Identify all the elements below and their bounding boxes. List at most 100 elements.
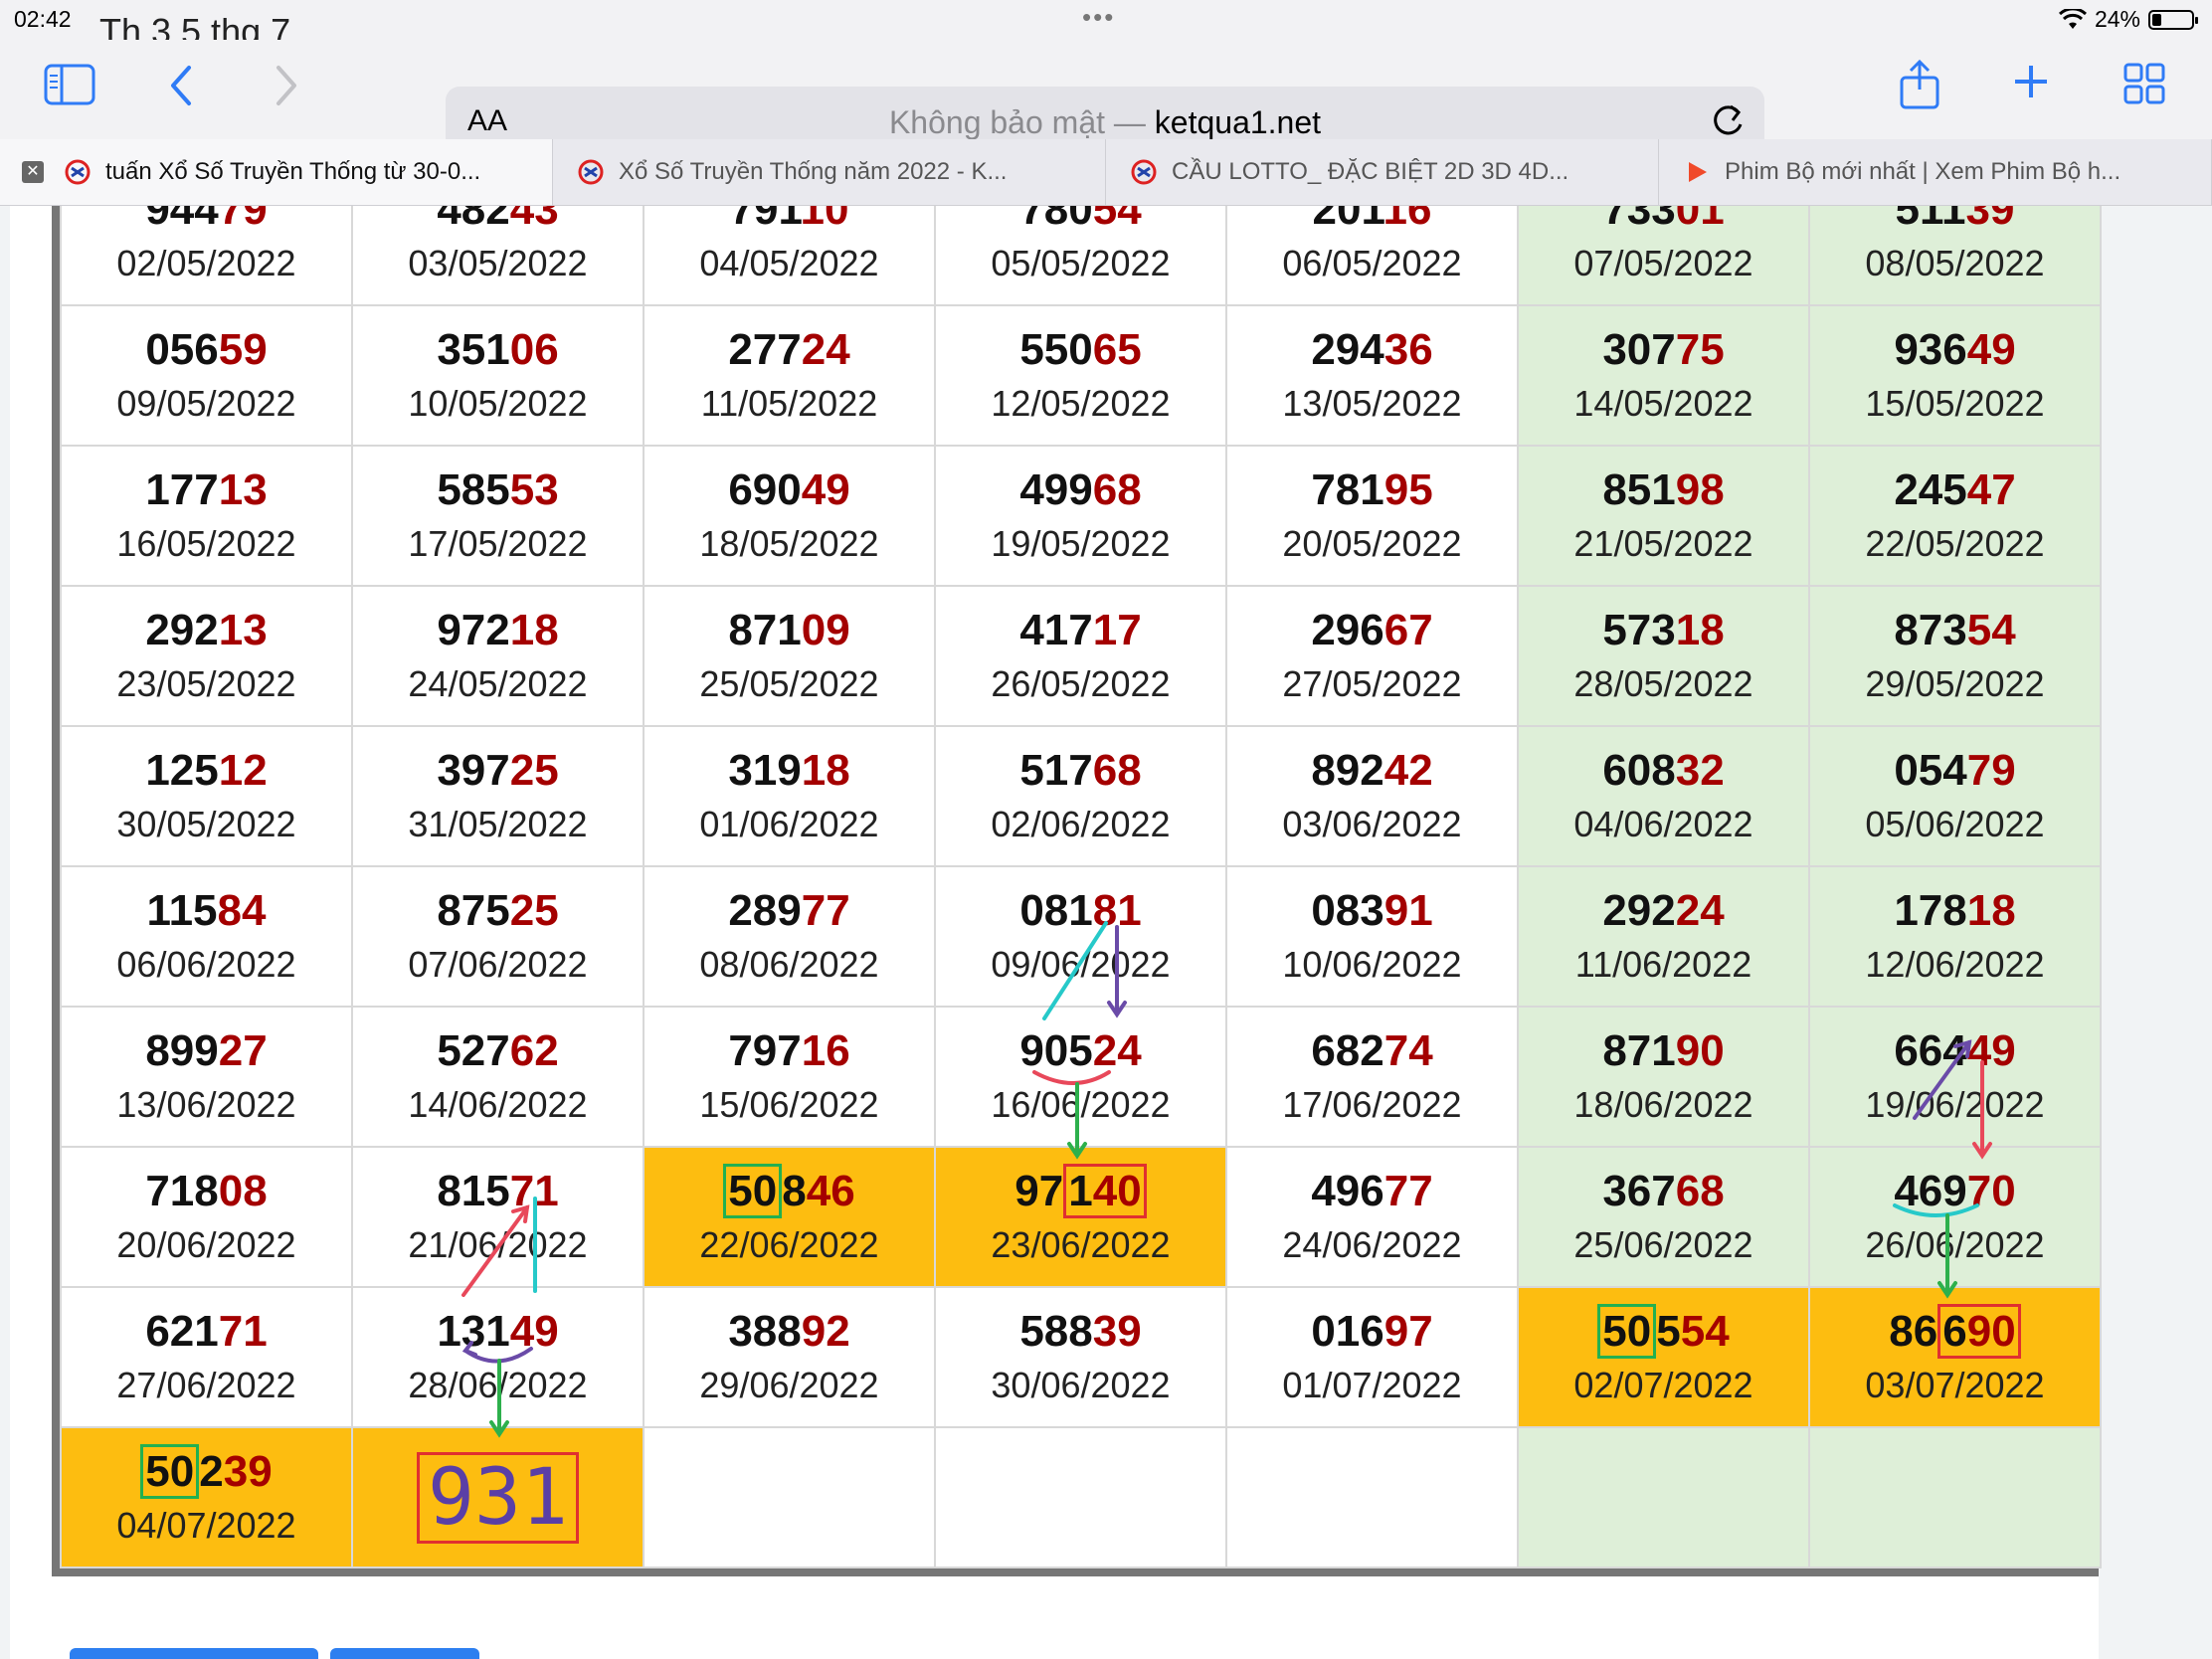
result-cell: 93649 15/05/2022 [1808, 304, 2102, 447]
result-date: 24/06/2022 [1282, 1223, 1462, 1265]
result-date: 31/05/2022 [408, 803, 588, 844]
result-date: 27/05/2022 [1282, 662, 1462, 704]
result-cell: 29213 23/05/2022 [60, 585, 353, 727]
url-display[interactable]: Không bảo mật — ketqua1.net [446, 104, 1764, 141]
result-number: 60832 [1602, 745, 1725, 795]
tab-4[interactable]: Phim Bộ mới nhất | Xem Phim Bộ h... [1659, 139, 2212, 205]
result-date: 27/06/2022 [116, 1364, 296, 1405]
result-date: 23/05/2022 [116, 662, 296, 704]
table-row: 17713 16/05/2022 58553 17/05/2022 69049 18/05… [60, 445, 2102, 587]
result-tail-digits: 97 [1383, 1306, 1433, 1356]
close-tab-icon[interactable]: ✕ [22, 161, 44, 183]
result-cell: 68274 17/06/2022 [1225, 1006, 1519, 1148]
result-number: 01697 [1311, 1306, 1433, 1356]
page-button-2[interactable] [330, 1648, 479, 1659]
result-date: 16/06/2022 [991, 1083, 1171, 1125]
result-date: 17/06/2022 [1282, 1083, 1462, 1125]
result-number: 11584 [146, 885, 267, 935]
result-date: 19/05/2022 [991, 522, 1171, 564]
result-date: 04/06/2022 [1573, 803, 1753, 844]
result-tail-digits: 49 [1966, 1025, 2016, 1075]
result-cell: 11584 06/06/2022 [60, 865, 353, 1008]
result-cell: 87190 18/06/2022 [1517, 1006, 1810, 1148]
result-date: 07/05/2022 [1573, 242, 1753, 283]
result-cell: 87525 07/06/2022 [351, 865, 645, 1008]
tab-4-label: Phim Bộ mới nhất | Xem Phim Bộ h... [1725, 158, 2121, 185]
result-number: 87109 [728, 605, 850, 654]
result-cell: 31918 01/06/2022 [643, 725, 936, 867]
result-date: 05/06/2022 [1865, 803, 2045, 844]
result-cell: 49677 24/06/2022 [1225, 1146, 1519, 1288]
reload-icon[interactable] [1709, 100, 1747, 140]
result-number: 41717 [1019, 605, 1142, 654]
result-cell: 50 554 02/07/2022 [1517, 1286, 1810, 1428]
result-number: 57318 [1602, 605, 1725, 654]
result-cell: 89927 13/06/2022 [60, 1006, 353, 1148]
forward-icon[interactable] [275, 64, 298, 107]
result-tail-digits: 77 [801, 885, 850, 935]
table-row: 62171 27/06/2022 13149 28/06/2022 38892 29/06… [60, 1286, 2102, 1428]
result-number: 50 846 [645, 1163, 934, 1219]
result-tail-digits: 54 [1092, 206, 1142, 234]
result-date: 28/06/2022 [408, 1364, 588, 1405]
result-tail-digits: 59 [218, 324, 268, 374]
result-tail-digits: 79 [218, 206, 268, 234]
multitasking-dots[interactable]: ••• [1082, 2, 1115, 33]
result-tail-digits: 68 [1092, 464, 1142, 514]
result-cell: 931 [351, 1426, 645, 1568]
result-number: 38892 [728, 1306, 850, 1356]
result-date: 07/06/2022 [408, 943, 588, 985]
result-cell: 94479 02/05/2022 [60, 206, 353, 306]
result-date: 01/07/2022 [1282, 1364, 1462, 1405]
result-tail-digits: 90 [1675, 1025, 1725, 1075]
result-cell: 20116 06/05/2022 [1225, 206, 1519, 306]
result-number: 71808 [145, 1166, 268, 1215]
tabs-overview-icon[interactable] [2122, 62, 2166, 105]
result-date: 28/05/2022 [1573, 662, 1753, 704]
green-box-mark: 50 [723, 1163, 783, 1218]
tab-2[interactable]: Xổ Số Truyền Thống năm 2022 - K... [553, 139, 1106, 205]
result-tail-digits: 01 [1675, 206, 1725, 234]
result-tail-digits: 84 [217, 885, 267, 935]
handwritten-number: 931 [417, 1451, 579, 1544]
new-tab-icon[interactable] [2011, 62, 2051, 101]
share-icon[interactable] [1898, 58, 1941, 109]
result-tail-digits: 39 [1965, 206, 2015, 234]
result-date: 14/05/2022 [1573, 382, 1753, 424]
result-date: 11/06/2022 [1574, 943, 1752, 985]
result-number: 85198 [1602, 464, 1725, 514]
tab-1[interactable]: ✕ tuấn Xổ Số Truyền Thống từ 30-0... [0, 139, 553, 205]
status-time: 02:42 [14, 6, 72, 32]
result-number: 87190 [1602, 1025, 1725, 1075]
result-date: 05/05/2022 [991, 242, 1171, 283]
result-cell: 52762 14/06/2022 [351, 1006, 645, 1148]
result-tail-digits: 16 [1382, 206, 1432, 234]
result-date: 10/05/2022 [408, 382, 588, 424]
result-number: 48243 [353, 206, 643, 238]
result-cell: 58553 17/05/2022 [351, 445, 645, 587]
result-number: 51139 [1810, 206, 2100, 238]
result-tail-digits: 13 [218, 464, 268, 514]
back-icon[interactable] [169, 64, 193, 107]
result-cell: 51768 02/06/2022 [934, 725, 1227, 867]
result-date: 06/06/2022 [116, 943, 296, 985]
page-button-1[interactable] [70, 1648, 318, 1659]
result-tail-digits: 18 [509, 605, 559, 654]
tab-2-label: Xổ Số Truyền Thống năm 2022 - K... [619, 158, 1008, 185]
result-date: 29/05/2022 [1865, 662, 2045, 704]
web-content[interactable]: 94479 02/05/2022 48243 03/05/2022 79110 04/05… [0, 206, 2212, 1659]
result-tail-digits: 98 [1675, 464, 1725, 514]
result-cell: 87109 25/05/2022 [643, 585, 936, 727]
result-number: 29224 [1602, 885, 1725, 935]
tab-3[interactable]: CẦU LOTTO_ ĐẶC BIỆT 2D 3D 4D... [1106, 139, 1659, 205]
result-date: 09/05/2022 [116, 382, 296, 424]
result-tail-digits: 13 [218, 605, 268, 654]
result-date: 18/05/2022 [699, 522, 879, 564]
result-date: 03/06/2022 [1282, 803, 1462, 844]
result-cell: 50 239 04/07/2022 [60, 1426, 353, 1568]
sidebar-icon[interactable] [44, 64, 95, 105]
result-number: 68274 [1311, 1025, 1433, 1075]
result-tail-digits: 43 [509, 206, 559, 234]
result-cell [934, 1426, 1227, 1568]
result-cell: 41717 26/05/2022 [934, 585, 1227, 727]
